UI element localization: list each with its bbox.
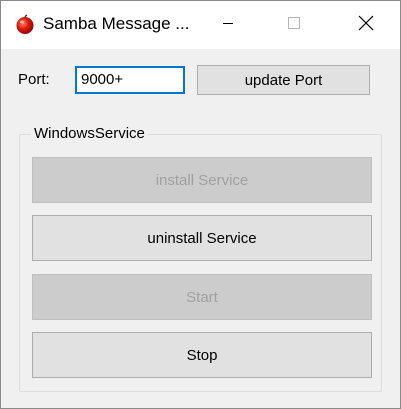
uninstall-service-button[interactable]: uninstall Service <box>32 215 372 261</box>
port-label: Port: <box>18 71 50 88</box>
close-icon <box>358 15 374 36</box>
window-title: Samba Message ... <box>43 14 190 33</box>
maximize-icon <box>287 16 301 35</box>
install-service-button[interactable]: install Service <box>32 157 372 203</box>
stop-button[interactable]: Stop <box>32 332 372 378</box>
minimize-icon <box>222 16 234 34</box>
close-button[interactable] <box>343 1 389 49</box>
update-port-button[interactable]: update Port <box>197 65 370 95</box>
title-bar[interactable]: Samba Message ... <box>1 1 400 49</box>
maximize-button[interactable] <box>271 1 317 49</box>
minimize-button[interactable] <box>205 1 251 49</box>
main-window: Samba Message ... Port: 9000+ update Por… <box>0 0 401 409</box>
start-button[interactable]: Start <box>32 274 372 320</box>
port-input[interactable]: 9000+ <box>75 66 185 94</box>
apple-icon <box>14 13 36 35</box>
group-title: WindowsService <box>31 125 148 142</box>
